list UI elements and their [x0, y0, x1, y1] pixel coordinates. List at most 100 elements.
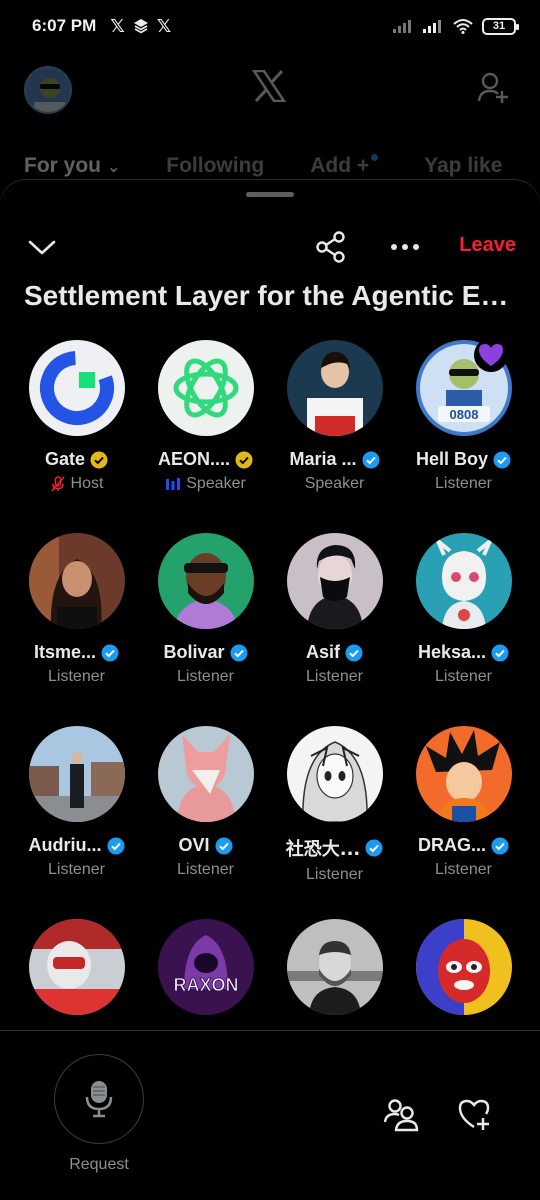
participant-name: Maria ... [289, 449, 357, 469]
verified-badge-icon [107, 837, 124, 854]
participant-bolivar[interactable]: Bolivar Listener [141, 533, 270, 726]
wifi-icon [453, 19, 473, 34]
participant-maria[interactable]: Maria ... Speaker [270, 340, 399, 533]
participants-button[interactable] [383, 1096, 419, 1132]
participant-name: Heksa... [417, 642, 487, 662]
avatar [28, 919, 125, 1015]
avatar [286, 533, 383, 629]
avatar [415, 919, 512, 1015]
participant-role: Listener [306, 866, 363, 883]
collapse-button[interactable] [26, 234, 58, 260]
avatar [157, 340, 254, 436]
participant-heksa[interactable]: Heksa... Listener [399, 533, 528, 726]
avatar [157, 533, 254, 629]
x-logo-icon [251, 69, 287, 107]
participant-role: Listener [177, 861, 234, 878]
participants-grid: Gate Host AEON.... Speaker Maria ... Spe… [12, 340, 528, 1030]
leave-button[interactable]: Leave [459, 234, 516, 257]
request-to-speak-button[interactable] [54, 1054, 144, 1144]
participant-racer[interactable] [12, 919, 141, 1030]
sheet-grabber[interactable] [246, 192, 294, 197]
participant-name: DRAG... [417, 835, 486, 855]
participant-itsme[interactable]: Itsme... Listener [12, 533, 141, 726]
signal-sim1-icon [393, 20, 411, 33]
avatar [157, 726, 254, 822]
verified-badge-icon [491, 644, 509, 661]
participant-name: Itsme... [33, 642, 97, 662]
status-time: 6:07 PM [32, 16, 97, 35]
participant-bearded-man[interactable] [270, 919, 399, 1030]
participant-raxon[interactable]: RAXON [141, 919, 270, 1030]
space-header: Leave [0, 230, 540, 264]
avatar [28, 533, 125, 629]
avatar: 0808 [415, 340, 512, 436]
avatar [28, 340, 125, 436]
verified-badge-icon [491, 837, 509, 854]
participant-hell-boy[interactable]: 0808 Hell Boy Listener [399, 340, 528, 533]
participant-name: Audriu... [28, 835, 102, 855]
verified-gold-badge-icon [235, 451, 253, 468]
x-notification-icon-2: 𝕏 [156, 16, 172, 36]
participant-role: Host [70, 475, 104, 492]
tab-add[interactable]: Add + [310, 154, 379, 178]
avatar: RAXON [157, 919, 254, 1015]
participant-aeon[interactable]: AEON.... Speaker [141, 340, 270, 533]
avatar [286, 919, 383, 1015]
status-bar: 6:07 PM 𝕏 𝕏 31 [0, 0, 540, 52]
participant-gate[interactable]: Gate Host [12, 340, 141, 533]
participant-role: Listener [435, 861, 492, 878]
microphone-icon [85, 1081, 113, 1118]
speaking-waveform-icon [166, 478, 181, 490]
participant-role: Listener [48, 861, 105, 878]
verified-gold-badge-icon [90, 451, 108, 468]
participant-role: Listener [435, 475, 492, 492]
profile-avatar[interactable] [24, 66, 72, 114]
battery-indicator: 31 [482, 17, 519, 35]
tab-yap-like[interactable]: Yap like [424, 154, 502, 178]
tab-following[interactable]: Following [166, 154, 264, 178]
participant-name: Hell Boy [415, 449, 489, 469]
participant-role: Listener [177, 668, 234, 685]
react-button[interactable] [456, 1096, 492, 1132]
chevron-down-icon [28, 240, 56, 255]
avatar [415, 726, 512, 822]
signal-sim2-icon [423, 20, 441, 33]
participant-shekong[interactable]: 社恐大... Listener [270, 726, 399, 919]
participant-role: Listener [435, 668, 492, 685]
raxon-logo-text: RAXON [173, 975, 238, 995]
purple-heart-reaction-icon [473, 340, 508, 372]
participant-name: Bolivar [163, 642, 225, 662]
participant-asif[interactable]: Asif Listener [270, 533, 399, 726]
space-title: Settlement Layer for the Agentic Economy [24, 280, 518, 311]
layers-notification-icon [133, 19, 148, 34]
tab-for-you[interactable]: For you ⌄ [24, 154, 120, 178]
add-user-icon[interactable] [476, 70, 510, 109]
avatar [28, 726, 125, 822]
participant-role: Speaker [304, 475, 365, 492]
participant-audriu[interactable]: Audriu... Listener [12, 726, 141, 919]
participant-drag[interactable]: DRAG... Listener [399, 726, 528, 919]
bottom-divider [0, 1030, 540, 1031]
more-options-button[interactable] [388, 234, 422, 260]
verified-badge-icon [230, 644, 248, 661]
more-dots-icon [391, 244, 419, 250]
new-indicator-dot [371, 154, 379, 161]
chevron-down-icon: ⌄ [106, 159, 121, 176]
avatar [286, 726, 383, 822]
avatar [286, 340, 383, 436]
people-icon [383, 1099, 419, 1132]
participant-name: Gate [44, 449, 86, 469]
background-home-timeline: For you ⌄ Following Add + Yap like [0, 52, 540, 192]
verified-badge-icon [362, 451, 380, 468]
x-notification-icon: 𝕏 [110, 16, 125, 36]
participant-role: Listener [306, 668, 363, 685]
participant-name: 社恐大... [285, 839, 361, 860]
participant-red-mask[interactable] [399, 919, 528, 1030]
participant-name: OVI [178, 835, 210, 855]
verified-badge-icon [345, 644, 363, 661]
participant-ovi[interactable]: OVI Listener [141, 726, 270, 919]
share-button[interactable] [314, 230, 348, 264]
participant-role: Speaker [186, 475, 246, 492]
share-icon [316, 231, 345, 263]
avatar-tag-text: 0808 [449, 407, 478, 422]
